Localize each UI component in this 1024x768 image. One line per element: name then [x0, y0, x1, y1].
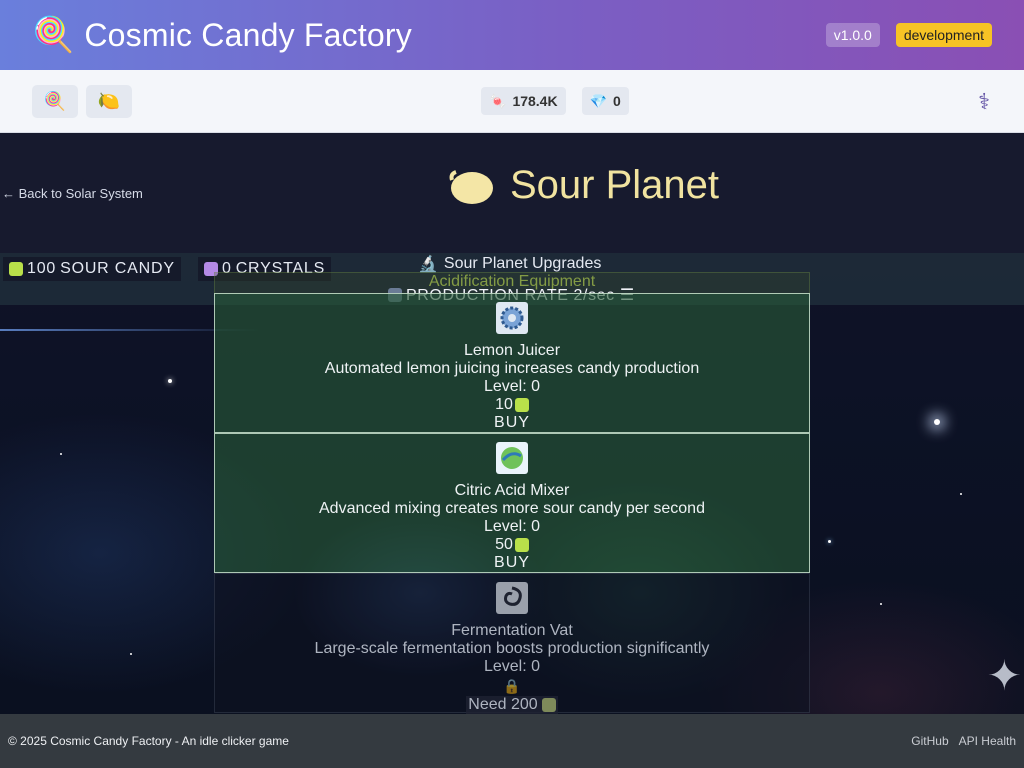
sparkle-icon: ✦ [986, 652, 1022, 699]
buy-button[interactable]: BUY [215, 554, 809, 572]
sour-candy-icon [9, 262, 23, 276]
upgrade-description: Automated lemon juicing increases candy … [324, 360, 700, 377]
upgrade-name: Citric Acid Mixer [454, 482, 570, 499]
lollipop-icon: 🍭 [32, 16, 75, 54]
sour-candy-icon [514, 538, 529, 552]
star [934, 419, 940, 425]
upgrade-cost-amount: 50 [495, 536, 513, 553]
upgrades-heading: 🔬 Sour Planet Upgrades [418, 254, 601, 274]
footer-links: GitHub API Health [911, 734, 1016, 748]
star [60, 453, 62, 455]
star [880, 603, 882, 605]
sour-candy-icon [541, 698, 556, 712]
upgrade-requirement: Need 200 [466, 696, 558, 714]
sour-planet-button[interactable]: 🍋 [86, 84, 132, 118]
upgrade-cost: 10 [215, 396, 809, 414]
star [168, 379, 172, 383]
github-link[interactable]: GitHub [911, 734, 948, 748]
star [828, 540, 831, 543]
upgrade-cost: 50 [215, 536, 809, 554]
buy-button[interactable]: BUY [215, 414, 809, 432]
candy-icon: 🍬 [489, 92, 507, 109]
upgrade-description: Advanced mixing creates more sour candy … [319, 500, 705, 517]
lemon-icon [449, 169, 493, 204]
upgrade-level: Level: 0 [483, 378, 541, 395]
sour-candy-amount: 100 [27, 260, 57, 277]
star [130, 653, 132, 655]
api-health-link[interactable]: API Health [959, 734, 1016, 748]
sour-candy-counter: 100 SOUR CANDY [3, 257, 181, 281]
sour-candy-icon [514, 398, 529, 412]
upgrade-name: Lemon Juicer [463, 342, 561, 359]
upgrade-requirement-text: Need 200 [468, 696, 538, 713]
mixer-orb-icon [496, 442, 528, 474]
upgrade-card[interactable]: Lemon Juicer Automated lemon juicing inc… [214, 293, 810, 433]
upgrade-card-locked: Fermentation Vat Large-scale fermentatio… [214, 573, 810, 714]
upgrade-level: Level: 0 [483, 658, 541, 675]
version-badge: v1.0.0 [825, 23, 880, 47]
upgrade-description: Large-scale fermentation boosts producti… [314, 640, 710, 657]
footer: © 2025 Cosmic Candy Factory - An idle cl… [0, 714, 1024, 768]
sour-candy-label: SOUR CANDY [60, 260, 175, 277]
upgrade-level: Level: 0 [483, 518, 541, 535]
planet-title: Sour Planet [448, 163, 719, 208]
gem-currency: 💎 0 [581, 87, 629, 115]
planet-name: Sour Planet [510, 163, 720, 207]
planet-view: ← Back to Solar System Sour Planet 100 S… [0, 133, 1024, 714]
upgrade-name: Fermentation Vat [451, 622, 573, 639]
lollipop-planet-button[interactable]: 🍭 [32, 84, 78, 118]
toolbar: 🍭 🍋 🍬 178.4K 💎 0 ⚕ [0, 70, 1024, 133]
header-badges: v1.0.0 development [825, 23, 992, 47]
lollipop-icon: 🍭 [43, 90, 67, 111]
microscope-icon: 🔬 [418, 256, 438, 273]
star [960, 493, 962, 495]
lemon-icon: 🍋 [97, 90, 121, 111]
environment-badge: development [895, 23, 992, 47]
gear-icon [496, 302, 528, 334]
upgrade-cost-amount: 10 [495, 396, 513, 413]
caduceus-icon[interactable]: ⚕ [978, 89, 990, 115]
copyright-text: © 2025 Cosmic Candy Factory - An idle cl… [8, 734, 289, 748]
swirl-icon [496, 582, 528, 614]
gem-amount: 0 [613, 93, 621, 109]
candy-amount: 178.4K [512, 93, 558, 109]
candy-currency: 🍬 178.4K [481, 87, 566, 115]
app-header: 🍭 Cosmic Candy Factory v1.0.0 developmen… [0, 0, 1024, 70]
gem-icon: 💎 [589, 92, 608, 109]
upgrade-card[interactable]: Citric Acid Mixer Advanced mixing create… [214, 433, 810, 573]
app-title: Cosmic Candy Factory [84, 16, 412, 53]
lock-icon: 🔒 [503, 678, 521, 694]
currency-display: 🍬 178.4K 💎 0 [481, 87, 629, 115]
upgrades-heading-label: Sour Planet Upgrades [443, 255, 602, 272]
back-to-solar-system-link[interactable]: ← Back to Solar System [2, 186, 143, 201]
